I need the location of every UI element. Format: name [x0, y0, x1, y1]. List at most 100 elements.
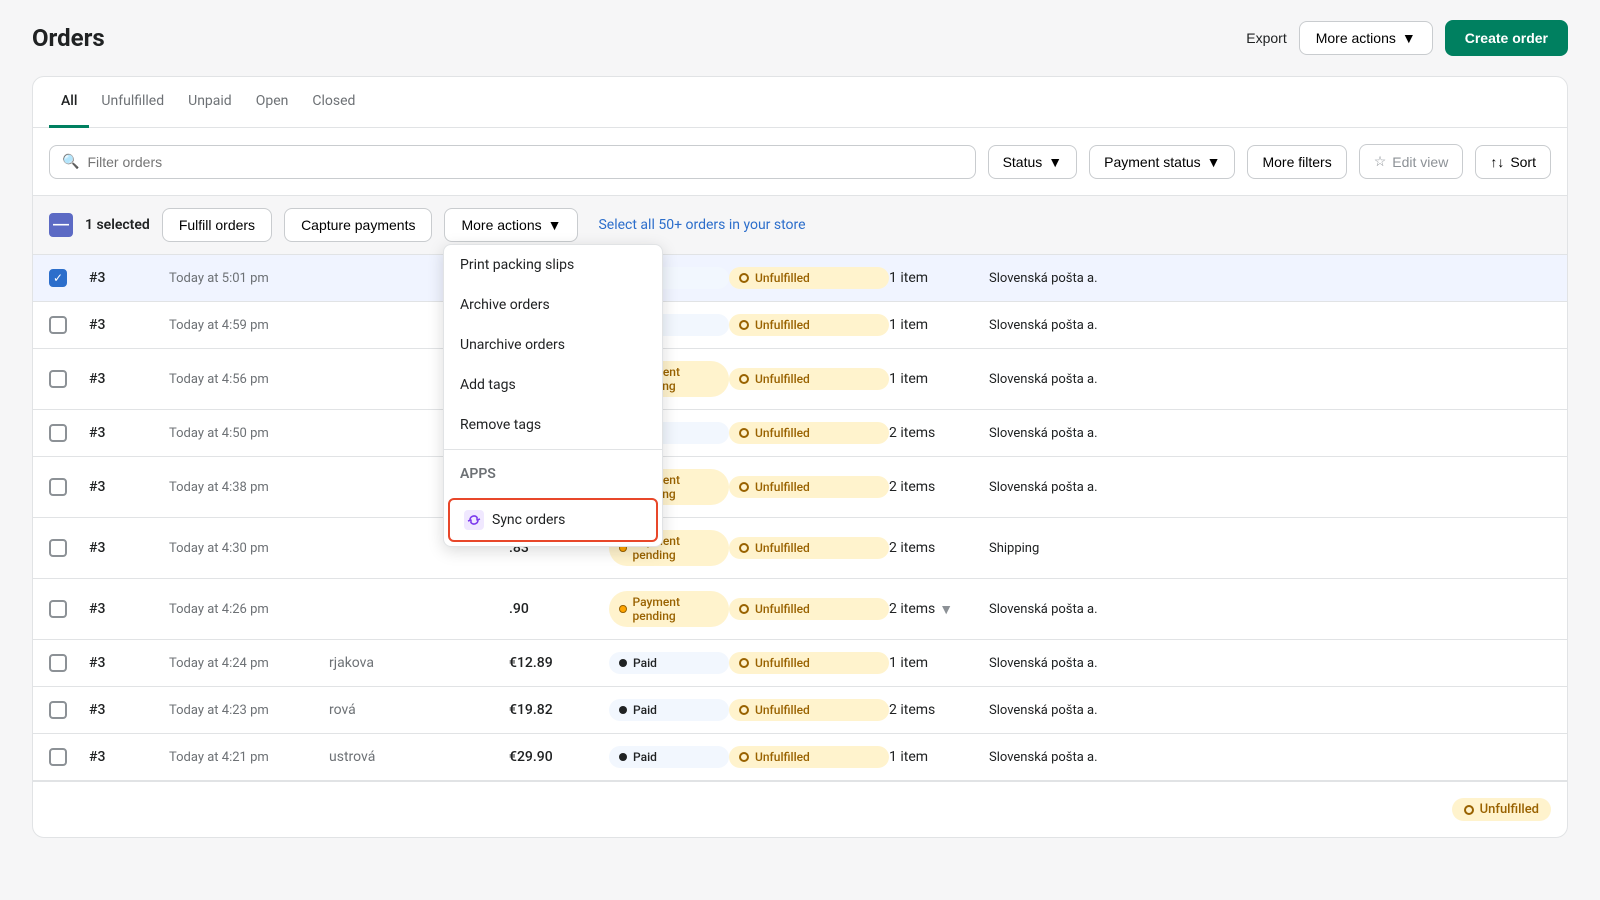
order-number: #3 [89, 749, 169, 765]
fulfill-orders-button[interactable]: Fulfill orders [162, 208, 272, 242]
order-date: Today at 4:30 pm [169, 541, 329, 556]
order-number: #3 [89, 479, 169, 495]
shipping-method: Slovenská pošta a. [989, 426, 1551, 441]
row-checkbox[interactable] [49, 701, 67, 719]
shipping-method: Slovenská pošta a. [989, 271, 1551, 286]
payment-badge: Paid [609, 699, 729, 721]
order-number: #3 [89, 601, 169, 617]
fulfillment-badge: Unfulfilled [729, 598, 889, 620]
order-number: #3 [89, 270, 169, 286]
items-count: 1 item [889, 749, 989, 765]
more-actions-button[interactable]: More actions ▼ [1299, 21, 1433, 55]
dropdown-divider [444, 449, 662, 450]
toolbar: 🔍 Status ▼ Payment status ▼ More filters… [33, 128, 1567, 196]
dropdown-item-print[interactable]: Print packing slips [444, 245, 662, 285]
dropdown-item-remove-tags[interactable]: Remove tags [444, 405, 662, 445]
order-amount: €19.82 [509, 702, 609, 718]
items-count: 1 item [889, 317, 989, 333]
create-order-button[interactable]: Create order [1445, 20, 1568, 56]
selection-bar: — 1 selected Fulfill orders Capture paym… [33, 196, 1567, 255]
sort-button[interactable]: ↑↓ Sort [1475, 145, 1551, 179]
selected-count: 1 selected [85, 217, 150, 233]
tab-open[interactable]: Open [244, 77, 301, 128]
customer-name: rová [329, 702, 509, 718]
tab-unpaid[interactable]: Unpaid [176, 77, 244, 128]
order-number: #3 [89, 425, 169, 441]
more-actions-dropdown: Print packing slips Archive orders Unarc… [443, 244, 663, 547]
table-row[interactable]: #3 Today at 4:21 pm ustrová €29.90 Paid … [33, 734, 1567, 781]
capture-payments-button[interactable]: Capture payments [284, 208, 432, 242]
table-row[interactable]: #3 Today at 4:30 pm .83 Payment pending … [33, 518, 1567, 579]
row-checkbox[interactable] [49, 478, 67, 496]
order-number: #3 [89, 540, 169, 556]
table-row[interactable]: #3 Today at 4:26 pm .90 Payment pending … [33, 579, 1567, 640]
items-count: 2 items [889, 540, 989, 556]
shipping-method: Slovenská pošta a. [989, 318, 1551, 333]
chevron-down-icon: ▼ [1402, 30, 1416, 46]
table-row[interactable]: #3 Today at 4:38 pm .79 Payment pending … [33, 457, 1567, 518]
header-actions: Export More actions ▼ Create order [1246, 20, 1568, 56]
search-box: 🔍 [49, 145, 976, 179]
tab-unfulfilled[interactable]: Unfulfilled [89, 77, 176, 128]
deselect-button[interactable]: — [49, 213, 73, 237]
select-all-link[interactable]: Select all 50+ orders in your store [598, 217, 805, 233]
sort-icon: ↑↓ [1490, 154, 1504, 170]
shipping-method: Slovenská pošta a. [989, 480, 1551, 495]
payment-badge: Paid [609, 746, 729, 768]
tab-all[interactable]: All [49, 77, 89, 128]
shipping-method: Slovenská pošta a. [989, 656, 1551, 671]
customer-name: ustrová [329, 749, 509, 765]
table-row[interactable]: #3 Today at 4:59 pm .89 Paid Unfulfilled… [33, 302, 1567, 349]
row-checkbox[interactable] [49, 654, 67, 672]
unfulfilled-circle [1464, 805, 1474, 815]
order-date: Today at 4:24 pm [169, 656, 329, 671]
table-row[interactable]: #3 Today at 4:50 pm .82 Paid Unfulfilled… [33, 410, 1567, 457]
row-checkbox[interactable] [49, 600, 67, 618]
tab-closed[interactable]: Closed [300, 77, 367, 128]
items-dropdown-arrow[interactable]: ▼ [939, 601, 953, 618]
shipping-method: Slovenská pošta a. [989, 372, 1551, 387]
dropdown-item-sync[interactable]: Sync orders [448, 498, 658, 542]
payment-badge: Payment pending [609, 591, 729, 627]
order-number: #3 [89, 317, 169, 333]
order-amount: €12.89 [509, 655, 609, 671]
export-button[interactable]: Export [1246, 30, 1286, 46]
customer-name: rjakova [329, 655, 509, 671]
fulfillment-badge: Unfulfilled [729, 537, 889, 559]
page-header: Orders Export More actions ▼ Create orde… [32, 20, 1568, 56]
table-row[interactable]: #3 Today at 4:24 pm rjakova €12.89 Paid … [33, 640, 1567, 687]
dropdown-item-archive[interactable]: Archive orders [444, 285, 662, 325]
table-row[interactable]: #3 Today at 4:23 pm rová €19.82 Paid Unf… [33, 687, 1567, 734]
search-input[interactable] [87, 154, 962, 170]
fulfillment-badge: Unfulfilled [729, 422, 889, 444]
edit-view-button[interactable]: ☆ Edit view [1359, 144, 1464, 179]
status-filter-button[interactable]: Status ▼ [988, 145, 1078, 179]
row-checkbox[interactable] [49, 539, 67, 557]
row-checkbox[interactable] [49, 370, 67, 388]
row-checkbox[interactable] [49, 424, 67, 442]
row-checkbox[interactable] [49, 748, 67, 766]
dropdown-item-apps: APPS [444, 454, 662, 494]
order-date: Today at 4:26 pm [169, 602, 329, 617]
order-date: Today at 4:38 pm [169, 480, 329, 495]
chevron-down-icon: ▼ [1207, 154, 1221, 170]
fulfillment-badge: Unfulfilled [729, 267, 889, 289]
shipping-method: Slovenská pošta a. [989, 703, 1551, 718]
fulfillment-badge: Unfulfilled [729, 699, 889, 721]
order-date: Today at 5:01 pm [169, 271, 329, 286]
star-icon: ☆ [1374, 153, 1387, 170]
table-row[interactable]: #3 Today at 5:01 pm .90 Paid Unfulfilled… [33, 255, 1567, 302]
sync-icon [464, 510, 484, 530]
row-checkbox[interactable] [49, 316, 67, 334]
dropdown-item-unarchive[interactable]: Unarchive orders [444, 325, 662, 365]
dropdown-item-add-tags[interactable]: Add tags [444, 365, 662, 405]
row-checkbox[interactable] [49, 269, 67, 287]
order-date: Today at 4:21 pm [169, 750, 329, 765]
payment-status-filter-button[interactable]: Payment status ▼ [1089, 145, 1235, 179]
items-count: 2 items [889, 479, 989, 495]
selection-more-actions-button[interactable]: More actions ▼ [444, 208, 578, 242]
dropdown-scroll: Print packing slips Archive orders Unarc… [444, 245, 662, 546]
table-row[interactable]: #3 Today at 4:56 pm .51 Payment pending … [33, 349, 1567, 410]
more-filters-button[interactable]: More filters [1247, 145, 1346, 179]
payment-badge: Paid [609, 652, 729, 674]
